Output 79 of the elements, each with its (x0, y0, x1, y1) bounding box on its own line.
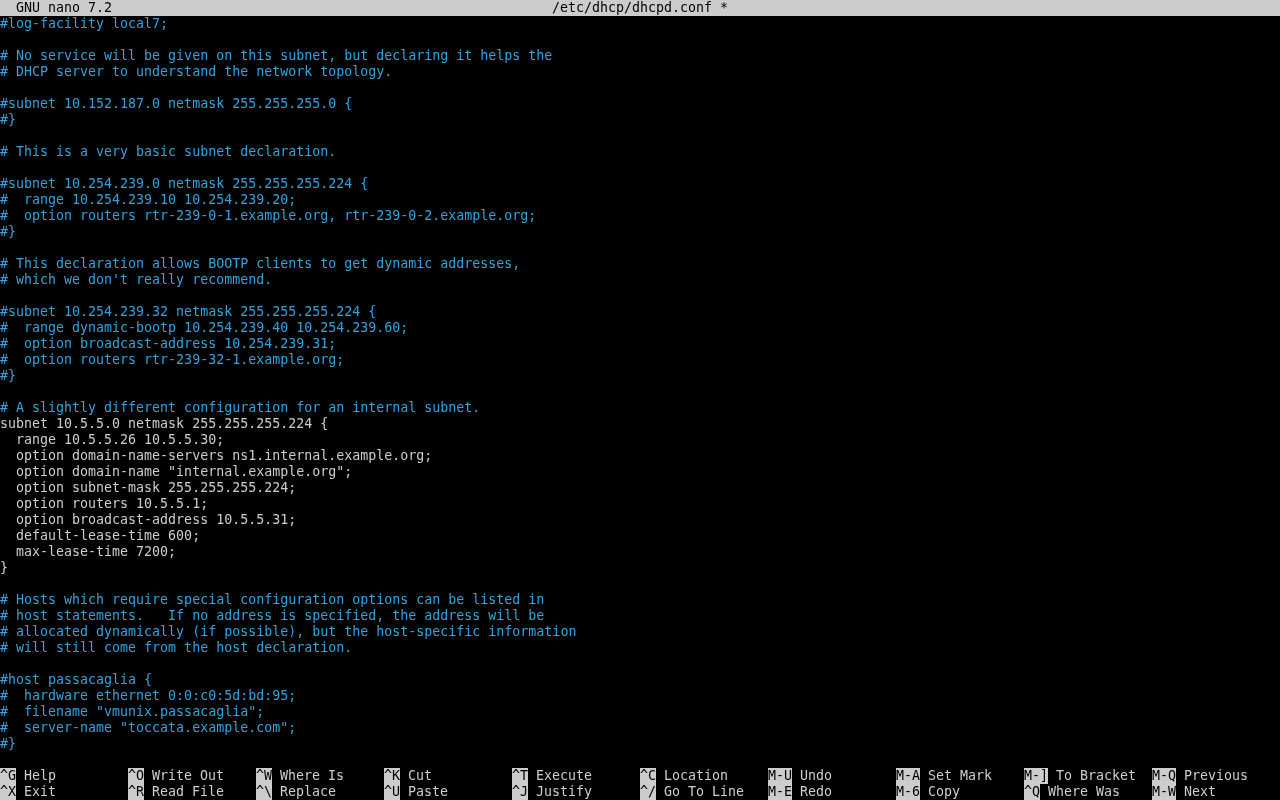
shortcut-label: Where Is (280, 768, 345, 784)
shortcut-key: M-Q (1152, 768, 1177, 784)
shortcut-label: Justify (536, 784, 593, 800)
comment-line: # option broadcast-address 10.254.239.31; (0, 336, 337, 351)
comment-line: # Hosts which require special configuration options can be listed in (0, 592, 545, 607)
comment-line: # option routers rtr-239-32-1.example.org; (0, 352, 345, 367)
shortcut-key: ^X (0, 784, 16, 800)
code-line: } (0, 560, 8, 575)
shortcut-key: ^Q (1024, 784, 1040, 800)
shortcut-key: ^J (512, 784, 528, 800)
shortcut-key: ^G (0, 768, 16, 784)
comment-line: # No service will be given on this subnet, but declaring it helps the (0, 48, 553, 63)
shortcut-key: ^U (384, 784, 400, 800)
comment-line: #log-facility local7; (0, 16, 169, 31)
comment-line: #subnet 10.254.239.32 netmask 255.255.255.224 { (0, 304, 377, 319)
shortcut-label: Where Was (1048, 784, 1121, 800)
comment-line: # DHCP server to understand the network topology. (0, 64, 393, 79)
shortcut-label: Previous (1184, 768, 1249, 784)
code-line: max-lease-time 7200; (15, 544, 177, 559)
shortcut-key: M-W (1152, 784, 1177, 800)
code-line: option subnet-mask 255.255.255.224; (15, 480, 297, 495)
shortcut-key: ^/ (640, 784, 656, 800)
app-version: GNU nano 7.2 (15, 0, 114, 16)
comment-line: # filename "vmunix.passacaglia"; (0, 704, 265, 719)
shortcut-label: Undo (800, 768, 833, 784)
shortcut-label: Read File (152, 784, 225, 800)
shortcut-key: ^R (128, 784, 144, 800)
shortcut-label: Set Mark (928, 768, 993, 784)
comment-line: # range dynamic-bootp 10.254.239.40 10.254.239.60; (0, 320, 409, 335)
shortcut-label: To Bracket (1056, 768, 1137, 784)
comment-line: # allocated dynamically (if possible), but the host-specific information (0, 624, 577, 639)
code-line: option routers 10.5.5.1; (15, 496, 209, 511)
comment-line: #subnet 10.254.239.0 netmask 255.255.255.224 { (0, 176, 369, 191)
comment-line: #} (0, 112, 16, 127)
shortcut-key: ^\ (256, 784, 272, 800)
shortcut-key: M-U (768, 768, 793, 784)
comment-line: # range 10.254.239.10 10.254.239.20; (0, 192, 297, 207)
code-line: subnet 10.5.5.0 netmask 255.255.255.224 { (0, 416, 329, 431)
shortcut-key: M-] (1024, 768, 1049, 784)
comment-line: # This is a very basic subnet declaration. (0, 144, 337, 159)
shortcut-label: Exit (24, 784, 57, 800)
comment-line: # host statements. If no address is specified, the address will be (0, 608, 545, 623)
file-name: /etc/dhcp/dhcpd.conf * (550, 0, 730, 16)
code-line: option domain-name-servers ns1.internal.example.org; (15, 448, 433, 463)
comment-line: #} (0, 224, 16, 239)
shortcut-label: Go To Line (664, 784, 745, 800)
shortcut-key: M-A (896, 768, 921, 784)
comment-line: # option routers rtr-239-0-1.example.org, rtr-239-0-2.example.org; (0, 208, 537, 223)
code-line: option broadcast-address 10.5.5.31; (15, 512, 297, 527)
shortcut-label: Replace (280, 784, 337, 800)
shortcut-label: Execute (536, 768, 593, 784)
shortcut-label: Location (664, 768, 729, 784)
comment-line: # This declaration allows BOOTP clients to get dynamic addresses, (0, 256, 521, 271)
shortcut-key: M-6 (896, 784, 921, 800)
shortcut-label: Help (24, 768, 57, 784)
shortcut-label: Write Out (152, 768, 225, 784)
shortcut-label: Redo (800, 784, 833, 800)
code-line: option domain-name "internal.example.org"; (15, 464, 353, 479)
comment-line: # will still come from the host declaration. (0, 640, 353, 655)
comment-line: #subnet 10.152.187.0 netmask 255.255.255.0 { (0, 96, 353, 111)
shortcut-label: Next (1184, 784, 1217, 800)
comment-line: #host passacaglia { (0, 672, 153, 687)
shortcut-label: Paste (408, 784, 449, 800)
shortcut-label: Copy (928, 784, 961, 800)
comment-line: #} (0, 368, 16, 383)
comment-line: # A slightly different configuration for an internal subnet. (0, 400, 481, 415)
shortcut-key: ^C (640, 768, 656, 784)
shortcut-key: ^T (512, 768, 528, 784)
comment-line: #} (0, 736, 16, 751)
shortcut-key: ^K (384, 768, 400, 784)
shortcut-key: ^O (128, 768, 144, 784)
code-line: default-lease-time 600; (15, 528, 201, 543)
shortcut-key: M-E (768, 784, 793, 800)
shortcut-label: Cut (408, 768, 433, 784)
comment-line: # hardware ethernet 0:0:c0:5d:bd:95; (0, 688, 297, 703)
code-line: range 10.5.5.26 10.5.5.30; (15, 432, 225, 447)
shortcut-key: ^W (256, 768, 272, 784)
comment-line: # server-name "toccata.example.com"; (0, 720, 297, 735)
comment-line: # which we don't really recommend. (0, 272, 273, 287)
